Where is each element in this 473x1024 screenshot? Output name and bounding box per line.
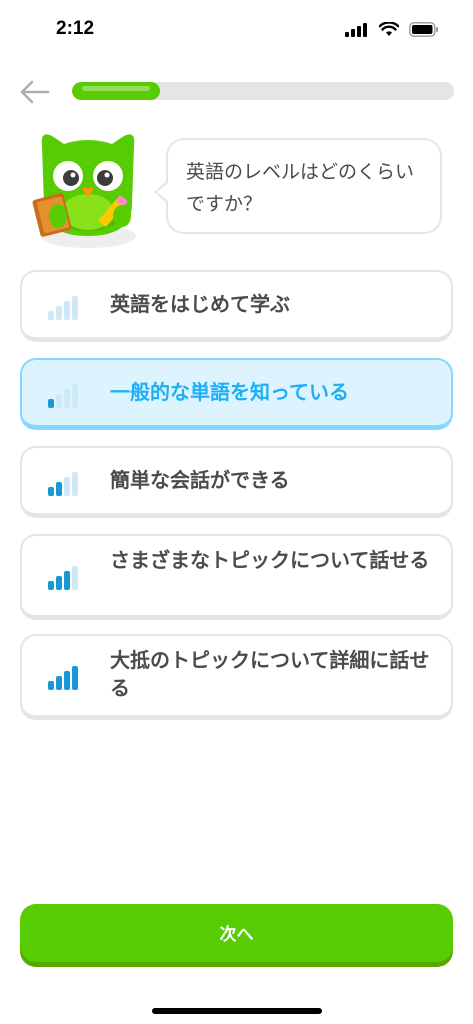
option-label: さまざまなトピックについて話せる	[110, 548, 430, 572]
next-button-label: 次へ	[219, 925, 254, 945]
status-time: 2:12	[56, 18, 95, 39]
option-basic-words[interactable]: 一般的な単語を知っている	[20, 358, 453, 430]
level-bars-icon	[48, 384, 78, 408]
option-label: 大抵のトピックについて詳細に話せる	[110, 648, 430, 700]
level-bars-icon	[48, 472, 78, 496]
level-bars-icon	[48, 296, 78, 320]
option-beginner[interactable]: 英語をはじめて学ぶ	[20, 270, 453, 342]
level-bars-icon	[48, 566, 78, 590]
progress-fill	[72, 82, 160, 100]
back-arrow-icon	[20, 80, 50, 104]
home-indicator[interactable]	[152, 1008, 322, 1014]
option-various-topics[interactable]: さまざまなトピックについて話せる	[20, 534, 453, 620]
question-text: 英語のレベルはどのくらいですか？	[186, 161, 415, 215]
option-label: 英語をはじめて学ぶ	[110, 292, 290, 316]
option-label: 簡単な会話ができる	[110, 468, 290, 492]
level-bars-icon	[48, 666, 78, 690]
status-icons	[345, 22, 439, 37]
battery-icon	[409, 22, 438, 37]
next-button[interactable]: 次へ	[20, 904, 453, 962]
option-simple-conversation[interactable]: 簡単な会話ができる	[20, 446, 453, 518]
status-bar: 2:12	[0, 0, 473, 62]
speech-bubble: 英語のレベルはどのくらいですか？	[154, 138, 442, 234]
lesson-progress-bar	[72, 82, 454, 100]
owl-mascot-icon	[32, 134, 136, 248]
option-detailed-topics[interactable]: 大抵のトピックについて詳細に話せる	[20, 634, 453, 720]
back-button[interactable]	[18, 78, 52, 106]
owl-mascot	[28, 124, 148, 252]
progress-shine	[82, 86, 150, 91]
wifi-icon	[379, 22, 399, 36]
option-label: 一般的な単語を知っている	[110, 380, 349, 404]
cellular-signal-icon	[345, 22, 367, 37]
